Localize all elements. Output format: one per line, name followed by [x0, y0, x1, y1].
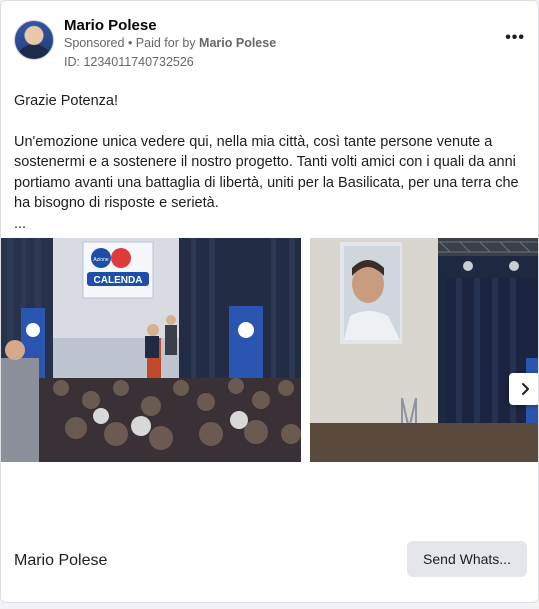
ad-id: ID: 1234011740732526 — [64, 55, 194, 69]
more-horizontal-icon[interactable]: ••• — [505, 29, 525, 47]
sponsored-label: Sponsored — [64, 36, 125, 50]
chevron-right-icon — [521, 383, 529, 395]
event-photo-1: CALENDA Azione — [1, 238, 301, 462]
advertiser-name[interactable]: Mario Polese — [64, 17, 157, 34]
carousel-slide-2[interactable] — [310, 238, 538, 462]
carousel-next-button[interactable] — [509, 373, 538, 405]
send-whatsapp-button[interactable]: Send Whats... — [407, 541, 527, 577]
post-see-more[interactable]: ... — [14, 214, 519, 235]
post-header: Mario Polese Sponsored • Paid for by Mar… — [14, 17, 525, 75]
paid-for-by-name: Mario Polese — [199, 36, 277, 50]
post-text: Grazie Potenza! Un'emozione unica vedere… — [14, 91, 519, 234]
post-greeting: Grazie Potenza! — [14, 93, 118, 109]
sponsored-post-card: Mario Polese Sponsored • Paid for by Mar… — [0, 0, 539, 603]
paid-for-prefix: • Paid for by — [127, 36, 196, 50]
post-paragraph: Un'emozione unica vedere qui, nella mia … — [14, 133, 519, 212]
advertiser-avatar[interactable] — [14, 20, 54, 60]
image-carousel[interactable]: CALENDA Azione — [1, 238, 538, 462]
banner-brand-text: Azione — [93, 257, 109, 263]
event-photo-2 — [310, 238, 538, 462]
carousel-slide-1[interactable]: CALENDA Azione — [1, 238, 301, 462]
banner-name-text: CALENDA — [94, 275, 143, 286]
footer-page-name[interactable]: Mario Polese — [14, 552, 107, 570]
sponsored-line: Sponsored • Paid for by Mario Polese — [64, 36, 276, 50]
